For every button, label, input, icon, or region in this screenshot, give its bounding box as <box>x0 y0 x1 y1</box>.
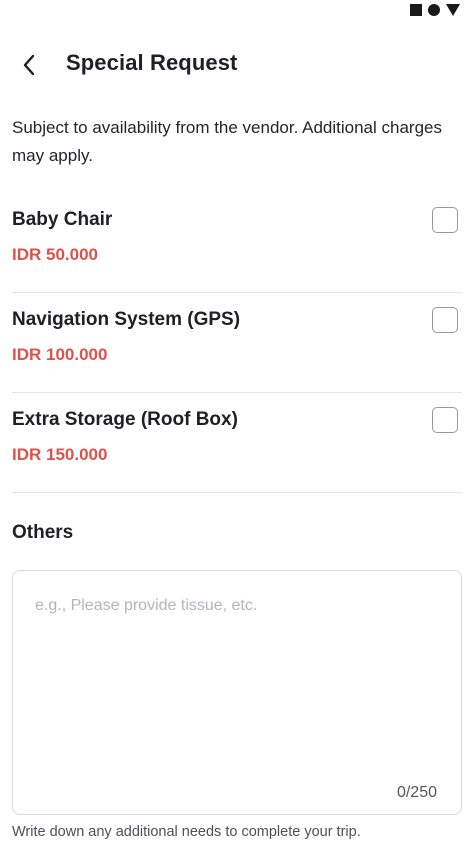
circle-icon <box>428 4 440 16</box>
helper-text: Write down any additional needs to compl… <box>12 824 361 840</box>
others-label: Others <box>12 522 74 543</box>
option-baby-chair: Baby Chair IDR 50.000 <box>0 193 474 293</box>
status-icons <box>410 4 460 16</box>
option-navigation-system: Navigation System (GPS) IDR 100.000 <box>0 293 474 393</box>
option-extra-storage: Extra Storage (Roof Box) IDR 150.000 <box>0 393 474 493</box>
option-price: IDR 100.000 <box>12 345 108 364</box>
extra-storage-checkbox[interactable] <box>432 407 458 433</box>
divider <box>12 492 462 493</box>
option-name: Baby Chair <box>12 209 113 230</box>
triangle-icon <box>446 4 460 16</box>
option-name: Extra Storage (Roof Box) <box>12 409 238 430</box>
square-icon <box>410 4 422 16</box>
chevron-left-icon <box>23 54 35 76</box>
option-price: IDR 150.000 <box>12 445 108 464</box>
navigation-system-checkbox[interactable] <box>432 307 458 333</box>
header: Special Request <box>0 40 474 90</box>
status-bar <box>0 0 474 24</box>
baby-chair-checkbox[interactable] <box>432 207 458 233</box>
page-title: Special Request <box>66 50 238 75</box>
option-price: IDR 50.000 <box>12 245 98 264</box>
others-textarea[interactable]: e.g., Please provide tissue, etc. 0/250 <box>12 570 462 815</box>
option-name: Navigation System (GPS) <box>12 309 241 330</box>
textarea-placeholder: e.g., Please provide tissue, etc. <box>35 597 258 614</box>
back-button[interactable] <box>12 48 46 82</box>
character-counter: 0/250 <box>396 784 437 801</box>
availability-note: Subject to availability from the vendor.… <box>12 118 442 165</box>
